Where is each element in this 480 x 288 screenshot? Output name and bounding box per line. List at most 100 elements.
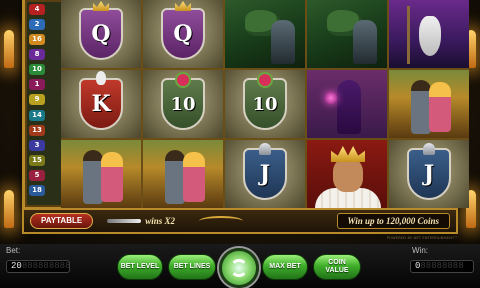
shield-j-icon: J <box>407 143 451 200</box>
couple-him-shape <box>165 150 185 204</box>
sorceress-icon <box>307 70 387 138</box>
couple-him-shape <box>83 150 103 204</box>
payline-indicator: 18 <box>29 184 45 196</box>
wizard-staff-shape <box>407 6 410 64</box>
payline-indicator: 8 <box>29 49 45 61</box>
payline-indicator: 5 <box>29 169 45 181</box>
couple-icon <box>61 140 141 208</box>
reel-symbol <box>61 140 141 208</box>
coin-value-label-line2: VALUE <box>325 267 349 274</box>
bet-lines-button[interactable]: BET LINES <box>168 254 216 280</box>
couple-her-shape <box>101 152 123 202</box>
couple-icon <box>389 70 469 138</box>
rose-icon <box>259 74 271 86</box>
couple-him-shape <box>411 80 431 134</box>
shield-t-icon: 10 <box>161 74 205 130</box>
game-scene: 4216810191413315518 41216201011917133155… <box>0 0 480 244</box>
torch-icon <box>4 190 14 228</box>
coin-value-button[interactable]: COIN VALUE <box>313 254 361 280</box>
king-icon <box>307 140 387 208</box>
reel-4 <box>307 0 387 208</box>
shield-j-icon: J <box>243 143 287 200</box>
plume-icon <box>96 71 106 85</box>
reel-symbol <box>307 140 387 208</box>
payline-indicator: 14 <box>29 109 45 121</box>
dragon-icon <box>225 0 305 68</box>
reel-symbol <box>225 0 305 68</box>
reel-symbol: Q <box>143 0 223 68</box>
payline-indicator: 2 <box>29 19 45 31</box>
reel-symbol: J <box>225 140 305 208</box>
couple-her-shape <box>183 152 205 202</box>
king-kc-shape <box>331 146 365 162</box>
helmet-icon <box>423 143 435 155</box>
spin-arrows-icon <box>230 259 248 277</box>
crown-icon <box>93 1 109 11</box>
shield-q-icon: Q <box>79 1 123 60</box>
symbol-label: 10 <box>252 93 278 115</box>
sword-icon <box>107 219 142 223</box>
shield-k-icon: K <box>79 71 123 130</box>
paytable-button[interactable]: PAYTABLE <box>30 213 94 229</box>
reel-1: QK <box>61 0 141 208</box>
torch-icon <box>4 30 14 68</box>
symbol-label: 10 <box>170 93 196 115</box>
couple-her-shape <box>429 82 451 132</box>
reel-5: J <box>389 0 469 208</box>
reel-symbol <box>143 140 223 208</box>
bet-level-button[interactable]: BET LEVEL <box>117 254 163 280</box>
payline-indicator: 4 <box>29 4 45 15</box>
reel-symbol <box>389 70 469 138</box>
max-bet-button[interactable]: MAX BET <box>262 254 308 280</box>
reel-symbol <box>307 70 387 138</box>
payline-indicator: 13 <box>29 124 45 136</box>
crown-icon <box>175 1 191 11</box>
dragon-knight-shape <box>271 20 295 64</box>
sorceress-body-shape <box>337 80 361 134</box>
king-face-shape <box>333 158 363 192</box>
info-bar: PAYTABLE wins X2 Win up to 120,000 Coins <box>22 210 458 234</box>
payline-indicator: 16 <box>29 34 45 46</box>
symbol-label: K <box>91 91 111 117</box>
dragon-icon <box>307 0 387 68</box>
bet-label: Bet: <box>6 246 21 255</box>
wizard-icon <box>389 0 469 68</box>
payline-indicators-left: 4 2 16 8 10 1 9 14 13 3 15 5 18 <box>28 0 46 210</box>
reel-symbol: K <box>61 70 141 138</box>
shield-q-icon: Q <box>161 1 205 60</box>
helmet-icon <box>259 143 271 155</box>
ornament-icon <box>198 216 243 226</box>
reel-symbol: Q <box>61 0 141 68</box>
reel-symbol <box>307 0 387 68</box>
spin-button[interactable] <box>219 248 259 288</box>
shield-t-icon: 10 <box>243 74 287 130</box>
reel-symbol: 10 <box>143 70 223 138</box>
bet-display-ghost-digits: 888888888 <box>21 261 71 271</box>
reel-frame: 4216810191413315518 41216201011917133155… <box>22 0 469 210</box>
payline-indicator: 3 <box>29 139 45 151</box>
bet-value: 20 <box>11 261 22 271</box>
reel-symbol: 10 <box>225 70 305 138</box>
win-display: 088888888 <box>410 260 474 273</box>
win-up-to-banner: Win up to 120,000 Coins <box>336 213 450 229</box>
coin-value-label-line1: COIN <box>328 259 346 266</box>
payline-indicator: 10 <box>29 64 45 76</box>
reel-2: Q 10 <box>143 0 223 208</box>
payline-indicator: 15 <box>29 154 45 166</box>
reel-symbol: J <box>389 140 469 208</box>
symbol-label: Q <box>173 21 193 47</box>
win-label: Win: <box>412 246 428 255</box>
symbol-label: Q <box>91 21 111 47</box>
win-display-ghost-digits: 88888888 <box>420 261 464 271</box>
couple-icon <box>143 140 223 208</box>
wins-multiplier-text: wins X2 <box>145 216 175 226</box>
dragon-knight-shape <box>353 20 377 64</box>
symbol-label: J <box>259 161 271 187</box>
wizard-beard-shape <box>419 16 441 56</box>
sorceress-orb-shape <box>325 92 337 104</box>
payline-indicator: 1 <box>29 79 45 91</box>
symbol-label: J <box>423 161 435 187</box>
rose-icon <box>177 74 189 86</box>
reel-symbol <box>389 0 469 68</box>
powered-by-text: POWERED BY NET ENTERTAINMENT™ <box>386 236 458 240</box>
